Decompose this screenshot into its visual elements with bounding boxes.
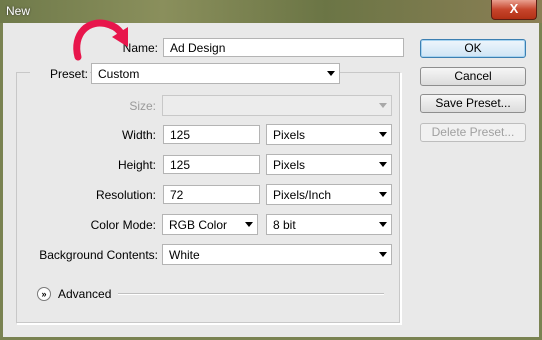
double-chevron-down-icon: » xyxy=(41,289,47,299)
height-unit-value: Pixels xyxy=(273,158,306,172)
chevron-down-icon xyxy=(379,192,387,197)
advanced-expand-button[interactable]: » xyxy=(37,287,51,301)
height-label: Height: xyxy=(117,158,156,172)
size-label: Size: xyxy=(129,99,156,113)
resolution-input[interactable]: 72 xyxy=(163,185,260,204)
delete-preset-button: Delete Preset... xyxy=(420,123,526,142)
chevron-down-icon xyxy=(379,162,387,167)
background-contents-value: White xyxy=(169,248,200,262)
cancel-button[interactable]: Cancel xyxy=(420,67,526,86)
resolution-unit-value: Pixels/Inch xyxy=(273,188,332,202)
name-input[interactable]: Ad Design xyxy=(163,38,404,57)
chevron-down-icon xyxy=(379,222,387,227)
preset-select-value: Custom xyxy=(98,67,140,81)
color-mode-label: Color Mode: xyxy=(90,218,156,232)
window-title: New xyxy=(6,4,31,18)
resolution-label: Resolution: xyxy=(95,188,156,202)
resolution-unit-select[interactable]: Pixels/Inch xyxy=(266,184,392,205)
height-input[interactable]: 125 xyxy=(163,155,260,174)
height-unit-select[interactable]: Pixels xyxy=(266,154,392,175)
annotation-arrow-icon xyxy=(73,19,128,61)
width-input[interactable]: 125 xyxy=(163,125,260,144)
preset-label: Preset: xyxy=(30,67,90,81)
background-contents-label: Background Contents: xyxy=(39,248,158,262)
bit-depth-value: 8 bit xyxy=(273,218,296,232)
width-unit-select[interactable]: Pixels xyxy=(266,124,392,145)
chevron-down-icon xyxy=(379,252,387,257)
color-mode-select[interactable]: RGB Color xyxy=(162,214,258,235)
background-contents-select[interactable]: White xyxy=(162,244,392,265)
save-preset-button[interactable]: Save Preset... xyxy=(420,94,526,113)
chevron-down-icon xyxy=(327,71,335,76)
width-label: Width: xyxy=(121,128,156,142)
window-frame-left xyxy=(0,23,3,340)
chevron-down-icon xyxy=(245,222,253,227)
advanced-divider xyxy=(118,293,384,295)
chevron-down-icon xyxy=(379,132,387,137)
bit-depth-select[interactable]: 8 bit xyxy=(266,214,392,235)
ok-button[interactable]: OK xyxy=(420,39,526,58)
chevron-down-icon xyxy=(379,103,387,108)
width-unit-value: Pixels xyxy=(273,128,306,142)
close-icon: X xyxy=(509,1,519,16)
size-select xyxy=(162,95,392,116)
advanced-label[interactable]: Advanced xyxy=(58,287,111,301)
color-mode-value: RGB Color xyxy=(169,218,228,232)
close-button[interactable]: X xyxy=(491,0,537,20)
preset-select[interactable]: Custom xyxy=(91,63,340,84)
